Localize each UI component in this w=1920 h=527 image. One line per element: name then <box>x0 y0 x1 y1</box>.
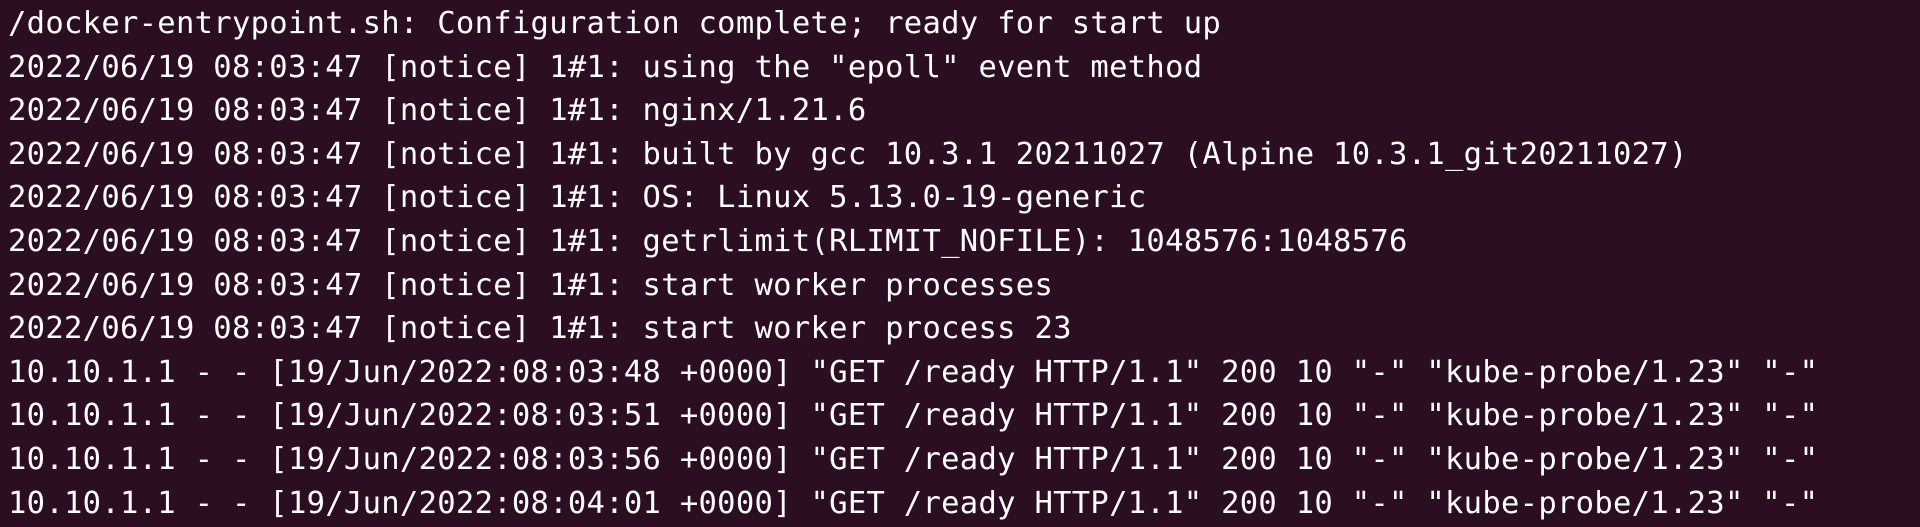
terminal-line: 2022/06/19 08:03:47 [notice] 1#1: getrli… <box>8 223 1408 259</box>
terminal-line: /docker-entrypoint.sh: Configuration com… <box>8 6 1222 41</box>
terminal-output[interactable]: /docker-entrypoint.sh: Configuration com… <box>0 0 1920 527</box>
terminal-line: 2022/06/19 08:03:47 [notice] 1#1: nginx/… <box>8 93 867 129</box>
terminal-line: 2022/06/19 08:03:47 [notice] 1#1: start … <box>8 311 1072 347</box>
terminal-line: 10.10.1.1 - - [19/Jun/2022:08:03:48 +000… <box>8 354 1819 390</box>
terminal-line: 2022/06/19 08:03:47 [notice] 1#1: start … <box>8 267 1054 303</box>
terminal-line: 10.10.1.1 - - [19/Jun/2022:08:03:51 +000… <box>8 398 1819 434</box>
terminal-line: 2022/06/19 08:03:47 [notice] 1#1: OS: Li… <box>8 180 1147 216</box>
terminal-line: 10.10.1.1 - - [19/Jun/2022:08:03:56 +000… <box>8 441 1819 477</box>
terminal-line: 2022/06/19 08:03:47 [notice] 1#1: using … <box>8 49 1203 85</box>
terminal-line: 10.10.1.1 - - [19/Jun/2022:08:04:01 +000… <box>8 485 1819 521</box>
terminal-line: 2022/06/19 08:03:47 [notice] 1#1: built … <box>8 136 1688 172</box>
